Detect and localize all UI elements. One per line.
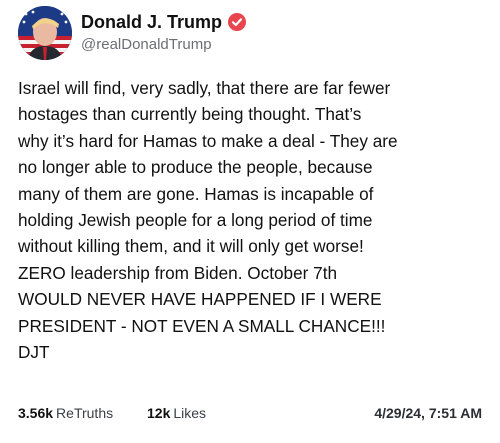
post-text-line: Israel will find, very sadly, that there… (18, 78, 391, 98)
retruths-stat[interactable]: 3.56k ReTruths (18, 405, 113, 421)
likes-count: 12k (147, 405, 171, 421)
author-display-name[interactable]: Donald J. Trump (81, 12, 222, 33)
post-text-line: WOULD NEVER HAVE HAPPENED IF I WERE (18, 289, 382, 310)
author-name-row: Donald J. Trump (81, 10, 461, 34)
likes-label: Likes (173, 405, 207, 421)
post-text-line: ZERO leadership from Biden. October 7th (18, 262, 338, 283)
likes-stat[interactable]: 12k Likes (147, 405, 206, 421)
verified-badge-icon (228, 13, 247, 31)
retruths-label: ReTruths (56, 405, 114, 421)
author-handle[interactable]: @realDonaldTrump (81, 36, 461, 53)
avatar[interactable] (18, 6, 72, 60)
post-text-line: holding Jewish people for a long period … (18, 210, 373, 231)
post-text-line: hostages than currently being thought. T… (18, 104, 362, 125)
retruths-count: 3.56k (18, 405, 54, 421)
author-identity: Donald J. Trump @realDonaldTrump (81, 10, 461, 53)
post-footer: 3.56k ReTruths 12k Likes 4/29/24, 7:51 AM (18, 405, 482, 429)
post-header: Donald J. Trump @realDonaldTrump (18, 6, 482, 66)
post-text-line: many of them are gone. Hamas is incapabl… (18, 183, 374, 204)
post-timestamp[interactable]: 4/29/24, 7:51 AM (374, 405, 482, 421)
post-text-line: DJT (18, 342, 50, 363)
post-text-line: no longer able to produce the people, be… (18, 157, 373, 178)
post-text-line: why it’s hard for Hamas to make a deal -… (18, 130, 398, 151)
post-text-line: without killing them, and it will only g… (18, 236, 364, 257)
flag-portrait-avatar-icon (18, 6, 72, 60)
post-text: Israel will find, very sadly, that there… (18, 75, 488, 365)
post-text-line: PRESIDENT - NOT EVEN A SMALL CHANCE!!! (18, 315, 386, 336)
